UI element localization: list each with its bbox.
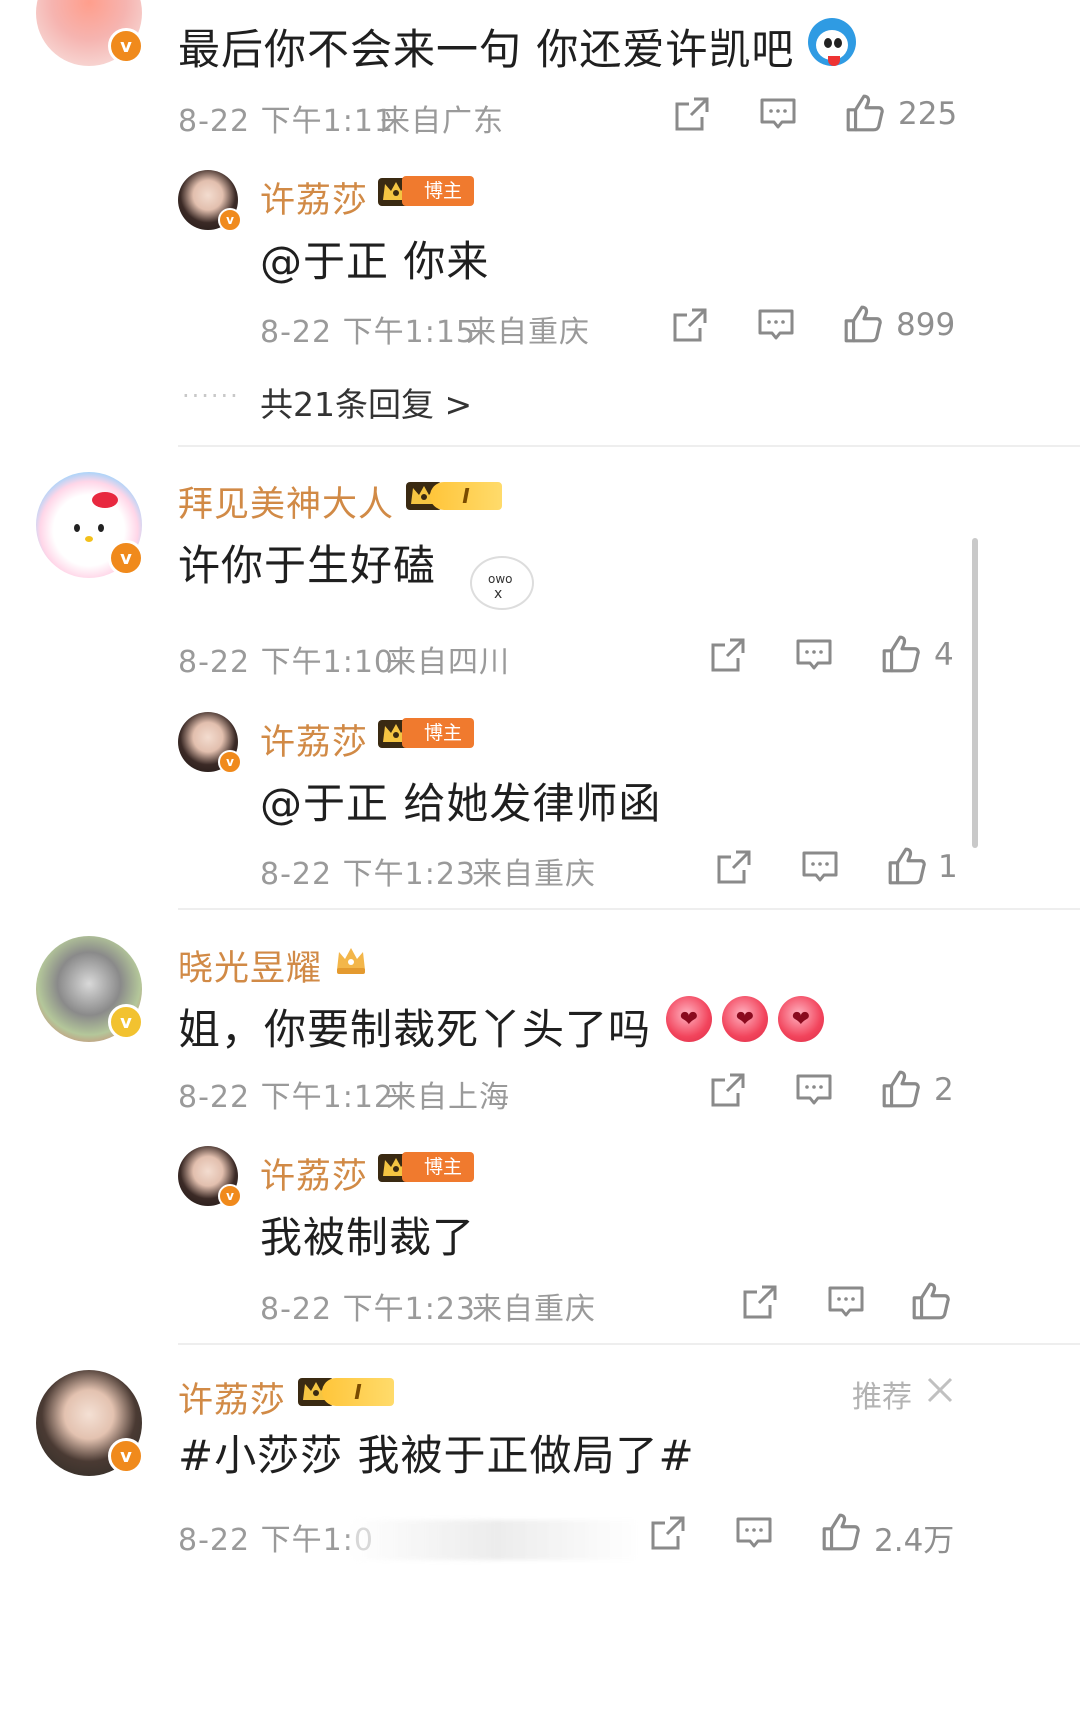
level-badge: I	[322, 1378, 394, 1406]
thumbs-up-icon[interactable]	[844, 92, 886, 134]
verified-v-icon: v	[108, 1004, 144, 1040]
like-count: 1	[938, 849, 958, 885]
reply-text: 我被制裁了	[260, 1213, 476, 1262]
reply-time: 8-22 下午1:23	[260, 857, 476, 892]
avatar[interactable]: v	[36, 472, 144, 578]
doraemon-emoji-icon	[808, 18, 856, 66]
reply-author[interactable]: 许荔莎	[260, 714, 368, 765]
comment-location: 来自四川	[386, 645, 510, 680]
comment-icon[interactable]	[758, 94, 798, 134]
share-icon[interactable]	[708, 1070, 748, 1110]
comment-text: 最后你不会来一句 你还爱许凯吧	[178, 25, 795, 74]
dots-separator: ······	[182, 382, 240, 410]
host-badge: 博主	[402, 1152, 475, 1182]
reply-author[interactable]: 许荔莎	[260, 1148, 368, 1199]
comment-author[interactable]: 许荔莎	[178, 1372, 286, 1423]
host-badge: 博主	[402, 718, 475, 748]
verified-v-icon: v	[108, 540, 144, 576]
avatar[interactable]: v	[178, 712, 242, 774]
reply-location: 来自重庆	[472, 857, 596, 892]
comment-location: 来自广东	[380, 104, 504, 139]
comment-time: 8-22 下午1:12	[178, 1080, 394, 1115]
scrollbar[interactable]	[972, 538, 978, 848]
reply-author[interactable]: 许荔莎	[260, 172, 368, 223]
reply-text: @于正 给她发律师函	[260, 779, 662, 828]
verified-v-icon: v	[108, 1438, 144, 1474]
share-icon[interactable]	[714, 847, 754, 887]
avatar[interactable]: v	[178, 170, 242, 232]
comment-location: 来自上海	[386, 1080, 510, 1115]
thumbs-up-icon[interactable]	[880, 1068, 922, 1110]
comment-icon[interactable]	[756, 305, 796, 345]
comment-icon[interactable]	[794, 635, 834, 675]
comment-author[interactable]: 晓光昱耀	[178, 940, 322, 991]
thumbs-up-icon[interactable]	[880, 633, 922, 675]
heart-eyes-emoji-icon: ❤	[722, 996, 768, 1042]
heart-eyes-emoji-icon: ❤	[778, 996, 824, 1042]
comment-time: 8-22 下午1:0	[178, 1523, 374, 1558]
crown-icon	[334, 944, 368, 976]
verified-v-icon: v	[218, 750, 242, 774]
comment-author[interactable]: 拜见美神大人	[178, 476, 394, 527]
share-icon[interactable]	[708, 635, 748, 675]
avatar[interactable]: v	[36, 1370, 144, 1476]
like-count: 2.4万	[874, 1523, 955, 1559]
comment-text: #小莎莎 我被于正做局了#	[178, 1431, 695, 1480]
reply-location: 来自重庆	[472, 1292, 596, 1327]
divider	[178, 445, 1080, 447]
like-count: 225	[898, 96, 958, 132]
reply-location: 来自重庆	[466, 315, 590, 350]
divider	[178, 908, 1080, 910]
verified-v-icon: v	[218, 208, 242, 232]
thumbs-up-icon[interactable]	[910, 1280, 952, 1322]
close-icon[interactable]	[924, 1374, 956, 1406]
recommend-label: 推荐	[852, 1380, 912, 1415]
more-replies-link[interactable]: 共21条回复 >	[260, 378, 472, 426]
share-icon[interactable]	[672, 94, 712, 134]
avatar[interactable]: v	[178, 1146, 242, 1208]
host-badge: 博主	[402, 176, 475, 206]
comment-icon[interactable]	[800, 847, 840, 887]
avatar[interactable]: v	[36, 0, 144, 66]
reply-text: @于正 你来	[260, 237, 490, 286]
avatar[interactable]: v	[36, 936, 144, 1042]
comment-icon[interactable]	[826, 1282, 866, 1322]
thumbs-up-icon[interactable]	[842, 303, 884, 345]
share-icon[interactable]	[670, 305, 710, 345]
reply-time: 8-22 下午1:23	[260, 1292, 476, 1327]
thumbs-up-icon[interactable]	[886, 845, 928, 887]
comment-time: 8-22 下午1:10	[178, 645, 394, 680]
divider	[178, 1343, 1080, 1345]
thumbs-up-icon[interactable]	[820, 1511, 862, 1553]
reply-time: 8-22 下午1:15	[260, 315, 476, 350]
blur-overlay	[350, 1520, 640, 1560]
share-icon[interactable]	[648, 1513, 688, 1553]
verified-v-icon: v	[218, 1184, 242, 1208]
like-count: 4	[934, 637, 954, 673]
comment-icon[interactable]	[794, 1070, 834, 1110]
level-badge: I	[430, 482, 502, 510]
like-count: 2	[934, 1072, 954, 1108]
comment-time: 8-22 下午1:11	[178, 104, 394, 139]
verified-v-icon: v	[108, 28, 144, 64]
comment-text: 许你于生好磕	[178, 541, 437, 590]
share-icon[interactable]	[740, 1282, 780, 1322]
like-count: 899	[896, 307, 956, 343]
comment-icon[interactable]	[734, 1513, 774, 1553]
comment-text: 姐，你要制裁死丫头了吗	[178, 1005, 652, 1054]
heart-eyes-emoji-icon: ❤	[666, 996, 712, 1042]
sticker-emoji-icon: owo x	[470, 556, 534, 610]
